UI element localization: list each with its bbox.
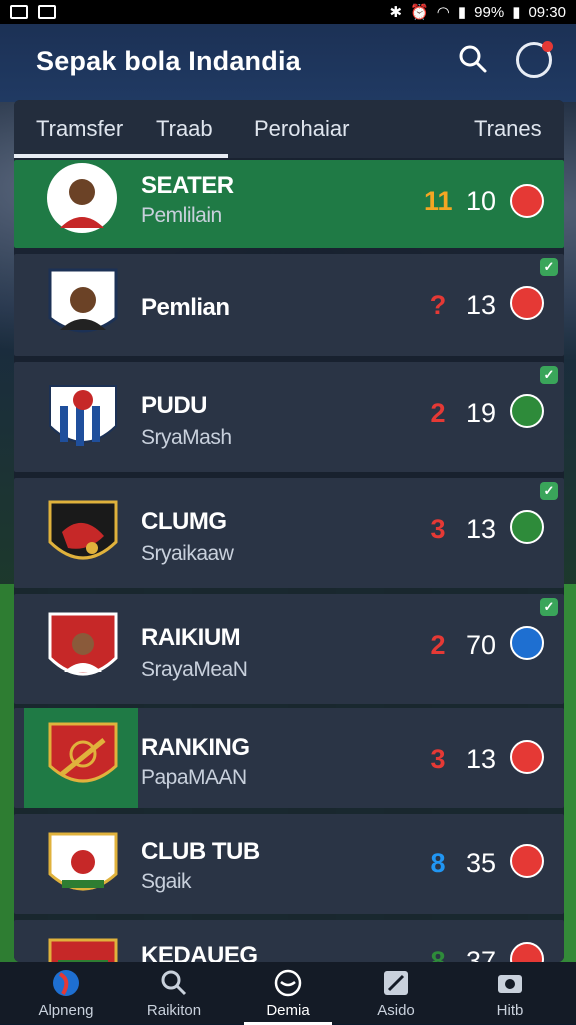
row-name: CLUMG: [141, 508, 227, 535]
row-sub: SrayaMeaN: [141, 658, 248, 681]
row-name: Pemlian: [141, 294, 230, 321]
row-name: RAIKIUM: [141, 624, 241, 651]
row-points: 13: [465, 290, 497, 320]
ball-icon: [53, 970, 79, 996]
club-crest-green: [48, 938, 118, 962]
wifi-icon: ◠: [436, 4, 450, 21]
notification-dot: [542, 41, 553, 52]
cross-icon[interactable]: [510, 510, 544, 544]
club-crest-red: [48, 722, 118, 783]
app-header: Sepak bola Indandia: [0, 24, 576, 102]
signal-icon: ▮: [457, 4, 467, 21]
row-points: 10: [465, 186, 497, 216]
row-name: SEATER: [141, 172, 234, 199]
list-item[interactable]: SEATER Pemlilain 11 10: [14, 160, 564, 248]
tab-perohaiar[interactable]: Perohaiar: [254, 116, 349, 142]
arrow-icon[interactable]: [510, 844, 544, 878]
nav-item-raikiton[interactable]: Raikiton: [124, 962, 224, 1024]
row-rank: 2: [430, 630, 446, 660]
row-rank: 2: [430, 398, 446, 428]
row-rank: 3: [430, 744, 446, 774]
row-rank: 3: [430, 514, 446, 544]
nav-item-asido[interactable]: Asido: [346, 962, 446, 1024]
club-crest-eagle: [48, 500, 118, 560]
arrow-icon[interactable]: [510, 740, 544, 774]
row-rank: 11: [424, 186, 453, 216]
row-rank: 8: [430, 946, 446, 962]
whistle-icon: [274, 969, 302, 997]
check-icon: ✓: [540, 366, 558, 384]
row-sub: Sgaik: [141, 870, 192, 893]
list-item[interactable]: CLUB TUB Sgaik 8 35: [14, 814, 564, 914]
nav-item-demia[interactable]: Demia: [238, 962, 338, 1024]
battery-level: 99%: [474, 3, 505, 21]
nav-label: Raikiton: [146, 1002, 202, 1019]
list-item[interactable]: RANKING PapaMAAN 3 13: [14, 708, 564, 808]
player-photo: [47, 163, 117, 233]
row-points: 35: [465, 848, 497, 878]
arrow-icon[interactable]: [510, 286, 544, 320]
nav-label: Asido: [377, 1002, 415, 1019]
row-sub: SryaMash: [141, 426, 232, 449]
row-points: 13: [465, 514, 497, 544]
check-icon: ✓: [540, 482, 558, 500]
row-sub: PapaMAAN: [141, 766, 247, 789]
row-name: PUDU: [141, 392, 208, 419]
row-rank: ?: [429, 290, 447, 320]
battery-icon: ▮: [512, 4, 521, 21]
search-icon: [161, 970, 187, 996]
list-item[interactable]: ✓ CLUMG Sryaikaaw 3 13: [14, 478, 564, 588]
club-crest-white: [48, 832, 118, 891]
nav-item-hitb[interactable]: Hitb: [460, 962, 560, 1024]
nav-label: Alpneng: [38, 1002, 94, 1019]
page-title: Sepak bola Indandia: [36, 46, 301, 76]
row-points: 19: [465, 398, 497, 428]
clock: 09:30: [528, 3, 566, 21]
tab-tranes[interactable]: Tranes: [474, 116, 542, 142]
row-points: 13: [465, 744, 497, 774]
tab-transfer[interactable]: Tramsfer: [36, 116, 123, 142]
notification-ball-icon[interactable]: [516, 41, 553, 78]
check-icon: ✓: [540, 258, 558, 276]
row-sub: Sryaikaaw: [141, 542, 234, 565]
ranking-panel: Tramsfer Traab Perohaiar Tranes SEATER P…: [14, 100, 564, 962]
list-item[interactable]: ✓ Pemlian ? 13: [14, 254, 564, 356]
gallery-icon: [10, 5, 28, 19]
image-icon: [38, 5, 56, 19]
nav-label: Demia: [266, 1002, 310, 1019]
check-icon: ✓: [540, 598, 558, 616]
edit-icon: [384, 971, 408, 995]
status-bar: ✱ ⏰ ◠ ▮ 99% ▮ 09:30: [0, 0, 576, 24]
camera-icon: [498, 975, 522, 993]
row-sub: Pemlilain: [141, 204, 222, 227]
arrow-icon[interactable]: [510, 184, 544, 218]
row-name: CLUB TUB: [141, 838, 260, 865]
nav-item-alpneng[interactable]: Alpneng: [16, 962, 116, 1024]
tab-bar: Tramsfer Traab Perohaiar Tranes: [14, 100, 564, 158]
list-item[interactable]: ✓ RAIKIUM SrayaMeaN 2 70: [14, 594, 564, 704]
player-photo: [48, 268, 118, 333]
search-icon[interactable]: [458, 44, 488, 74]
nav-label: Hitb: [496, 1002, 524, 1019]
bottom-nav: Alpneng Raikiton Demia Asido Hitb: [0, 962, 576, 1025]
list-item[interactable]: KEDAUEG 8 37: [14, 920, 564, 962]
row-rank: 8: [430, 848, 446, 878]
tab-traab[interactable]: Traab: [156, 116, 213, 142]
row-points: 70: [465, 630, 497, 660]
active-tab-indicator: [14, 154, 228, 158]
bluetooth-icon: ✱: [389, 4, 403, 21]
boot-icon[interactable]: [510, 394, 544, 428]
list-item[interactable]: ✓ PUDU SryaMash 2 19: [14, 362, 564, 472]
row-points: 37: [465, 946, 497, 962]
club-crest-stripes: [49, 385, 117, 446]
cross-icon[interactable]: [510, 626, 544, 660]
club-crest-player: [48, 612, 118, 676]
row-name: RANKING: [141, 734, 250, 761]
row-name: KEDAUEG: [141, 942, 258, 962]
alarm-icon: ⏰: [410, 4, 429, 21]
arrow-icon[interactable]: [510, 942, 544, 962]
